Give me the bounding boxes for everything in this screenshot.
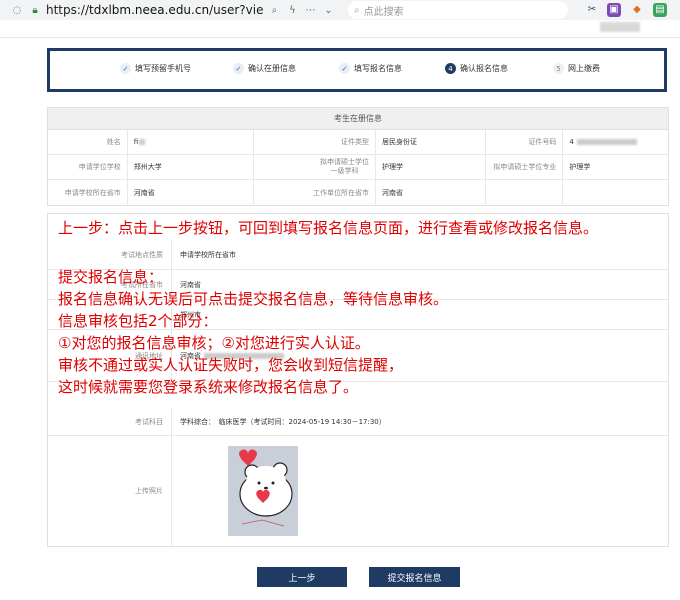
submit-registration-button[interactable]: 提交报名信息	[369, 567, 460, 587]
url-text[interactable]: https://tdxlbm.neea.edu.cn/user?vie	[46, 3, 263, 17]
field-value: 郑州大学	[128, 155, 255, 179]
lock-icon: 🔒︎	[32, 4, 38, 16]
step-fill-phone: ✓ 填写预留手机号	[120, 63, 191, 74]
field-label: 考试地点性质	[48, 240, 172, 269]
search-placeholder: 点此搜索	[363, 6, 404, 18]
field-value: 4	[563, 130, 668, 154]
progress-steps: ✓ 填写预留手机号 ✓ 确认在册信息 ✓ 填写报名信息 4 确认报名信息 5 网…	[47, 48, 667, 92]
field-label: 拟申请硕士学位专业	[486, 155, 564, 179]
zoom-icon[interactable]: ⌕	[267, 3, 281, 17]
extension-orange-icon[interactable]: ◆	[630, 3, 644, 17]
browser-toolbar: ◌ 🔒︎ https://tdxlbm.neea.edu.cn/user?vie…	[0, 0, 680, 20]
field-value	[563, 180, 668, 205]
prev-step-button[interactable]: 上一步	[257, 567, 347, 587]
page-header	[0, 18, 680, 38]
field-label: 申请学校所在省市	[48, 180, 128, 205]
field-label	[486, 180, 564, 205]
field-label: 上传照片	[48, 436, 172, 546]
annotation-submit-title: 提交报名信息：	[58, 268, 164, 286]
uploaded-photo	[228, 446, 298, 536]
step-number-badge: 4	[445, 63, 456, 74]
field-label: 姓名	[48, 130, 128, 154]
field-value: 河南省	[128, 180, 255, 205]
step-confirm-registered: ✓ 确认在册信息	[233, 63, 296, 74]
table-row: 考试科目 学科综合： 临床医学（考试时间：2024-05-19 14:30－17…	[48, 408, 668, 436]
more-icon[interactable]: ⋯	[303, 3, 317, 17]
field-value: 申请学校所在省市	[180, 250, 236, 259]
annotation-submit-desc: 报名信息确认无误后可点击提交报名信息，等待信息审核。	[58, 290, 449, 308]
annotation-prev-step: 上一步：点击上一步按钮，可回到填写报名信息页面，进行查看或修改报名信息。	[58, 219, 599, 237]
step-confirm-registration: 4 确认报名信息	[445, 63, 508, 74]
chevron-down-icon[interactable]: ⌄	[321, 3, 335, 17]
step-fill-registration: ✓ 填写报名信息	[339, 63, 402, 74]
annotation-review-parts: 信息审核包括2个部分：	[58, 312, 218, 330]
reload-icon[interactable]: ◌	[10, 3, 24, 17]
step-online-payment: 5 网上缴费	[553, 63, 600, 74]
field-label: 拟申请硕士学位 一级学科	[254, 155, 376, 179]
field-value: 居民身份证	[376, 130, 486, 154]
annotation-review-items: ①对您的报名信息审核；②对您进行实人认证。	[58, 334, 370, 352]
search-icon: ⌕	[354, 4, 360, 16]
table-row: 上传照片	[48, 436, 668, 546]
field-value: fi	[128, 130, 255, 154]
scissors-icon[interactable]: ✂	[585, 3, 599, 17]
step-number-badge: 5	[553, 63, 564, 74]
field-label: 证件号码	[486, 130, 564, 154]
check-icon: ✓	[120, 63, 131, 74]
field-label: 证件类型	[254, 130, 376, 154]
field-value: 护理学	[376, 155, 486, 179]
field-value: 护理学	[569, 163, 591, 171]
lightning-icon[interactable]: ϟ	[285, 3, 299, 17]
check-icon: ✓	[233, 63, 244, 74]
field-value: 河南省	[376, 180, 486, 205]
table-row: 申请学校所在省市 河南省 工作单位所在省市 河南省	[48, 180, 668, 205]
registered-info-table: 考生在册信息 姓名 fi 证件类型 居民身份证 证件号码 4 申请学位学校 郑州…	[47, 107, 669, 206]
check-icon: ✓	[339, 63, 350, 74]
extension-purple-icon[interactable]: ▣	[607, 3, 621, 17]
field-value: 学科综合： 临床医学（考试时间：2024-05-19 14:30－17:30）	[180, 417, 386, 426]
table-row: 姓名 fi 证件类型 居民身份证 证件号码 4	[48, 130, 668, 155]
search-input[interactable]: ⌕ 点此搜索	[348, 1, 568, 19]
annotation-modify-notice: 这时候就需要您登录系统来修改报名信息了。	[58, 378, 359, 396]
address-bar[interactable]: ◌ 🔒︎ https://tdxlbm.neea.edu.cn/user?vie…	[10, 2, 340, 18]
table-row: 申请学位学校 郑州大学 拟申请硕士学位 一级学科 护理学 拟申请硕士学位专业 护…	[48, 155, 668, 180]
field-label: 考试科目	[48, 408, 172, 435]
table-title: 考生在册信息	[48, 108, 668, 130]
field-label: 申请学位学校	[48, 155, 128, 179]
user-info-blurred	[600, 22, 640, 32]
extension-green-icon[interactable]: ▤	[653, 3, 667, 17]
field-label: 工作单位所在省市	[254, 180, 376, 205]
annotation-fail-notice: 审核不通过或实人认证失败时，您会收到短信提醒，	[58, 356, 404, 374]
